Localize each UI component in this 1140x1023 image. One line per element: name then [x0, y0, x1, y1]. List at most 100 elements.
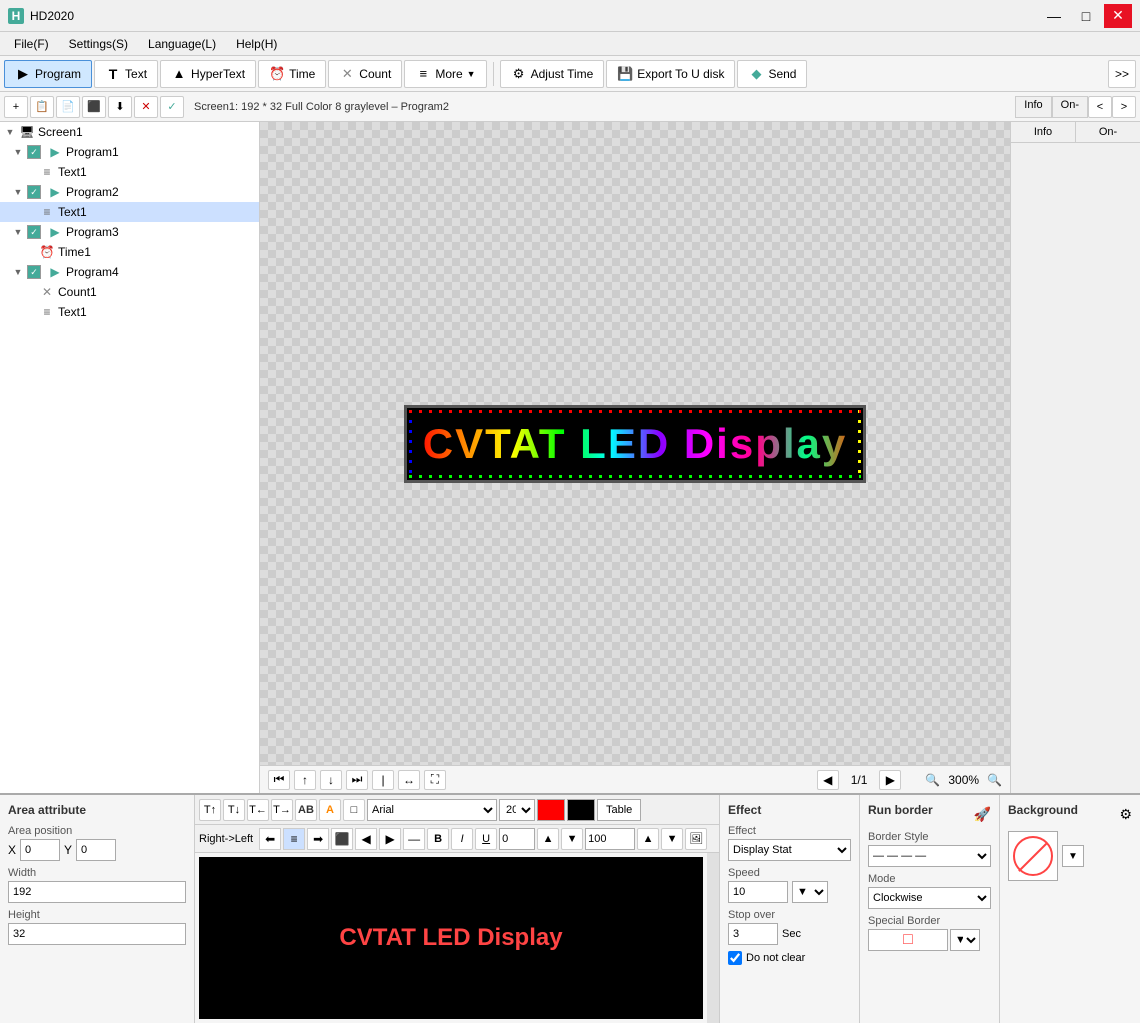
hypertext-button[interactable]: ▲ HyperText — [160, 60, 256, 88]
tree-item-text1-p2[interactable]: ▶ ≡ Text1 — [0, 202, 259, 222]
mode-select[interactable]: Clockwise — [868, 887, 991, 909]
tab-online[interactable]: On- — [1052, 96, 1088, 118]
num-down[interactable]: ▼ — [561, 828, 583, 850]
nav-insert-button[interactable]: | — [372, 770, 394, 790]
effect-select[interactable]: Display Stat — [728, 839, 851, 861]
menu-file[interactable]: File(F) — [4, 35, 59, 53]
special-border-select[interactable]: ▼ — [950, 929, 980, 951]
nav-first-button[interactable]: ⏮ — [268, 770, 290, 790]
bg-dropdown[interactable]: ▼ — [1062, 845, 1084, 867]
fmt-shift-up[interactable]: T↑ — [199, 799, 221, 821]
time-button[interactable]: ⏰ Time — [258, 60, 326, 88]
nav-next-line-button[interactable]: ↓ — [320, 770, 342, 790]
align-block[interactable]: ⬛ — [331, 828, 353, 850]
page-prev-button[interactable]: ◀ — [817, 770, 839, 790]
align-left-block[interactable]: ◀ — [355, 828, 377, 850]
expand-button[interactable]: >> — [1108, 60, 1136, 88]
fmt-ab[interactable]: AB — [295, 799, 317, 821]
tab-info-right[interactable]: Info — [1011, 122, 1076, 142]
delete-button[interactable]: ✕ — [134, 96, 158, 118]
underline-button[interactable]: U — [475, 828, 497, 850]
paste2-button[interactable]: ⬛ — [82, 96, 106, 118]
export-button[interactable]: 💾 Export To U disk — [606, 60, 735, 88]
fmt-shift-down[interactable]: T↓ — [223, 799, 245, 821]
tab-online-right[interactable]: On- — [1076, 122, 1140, 142]
tree-item-program1[interactable]: ▼ ✓ ▶ Program1 — [0, 142, 259, 162]
check-button[interactable]: ✓ — [160, 96, 184, 118]
tree-item-program3[interactable]: ▼ ✓ ▶ Program3 — [0, 222, 259, 242]
checkbox-program4[interactable]: ✓ — [27, 265, 41, 279]
border-style-select[interactable]: — — — — — [868, 845, 991, 867]
image-insert[interactable]: 🖼 — [685, 828, 707, 850]
adjust-time-button[interactable]: ⚙ Adjust Time — [500, 60, 605, 88]
text-button[interactable]: T Text — [94, 60, 158, 88]
align-center[interactable]: ≡ — [283, 828, 305, 850]
align-right-block[interactable]: ▶ — [379, 828, 401, 850]
align-left[interactable]: ⬅ — [259, 828, 281, 850]
fmt-shift-right[interactable]: T→ — [271, 799, 293, 821]
width-input[interactable] — [8, 881, 186, 903]
expand-right2-button[interactable]: > — [1112, 96, 1136, 118]
fmt-color-a[interactable]: A — [319, 799, 341, 821]
color-picker-bg[interactable] — [567, 799, 595, 821]
num-input[interactable] — [499, 828, 535, 850]
editor-content[interactable]: CVTAT LED Display — [199, 857, 703, 1019]
tree-arrow-program1[interactable]: ▼ — [12, 146, 24, 158]
tree-arrow-screen1[interactable]: ▼ — [4, 126, 16, 138]
new-button[interactable]: + — [4, 96, 28, 118]
count-button[interactable]: ✕ Count — [328, 60, 402, 88]
font-select[interactable]: Arial — [367, 799, 497, 821]
fmt-box[interactable]: □ — [343, 799, 365, 821]
table-button[interactable]: Table — [597, 799, 641, 821]
pct-up[interactable]: ▲ — [637, 828, 659, 850]
tree-arrow-program4[interactable]: ▼ — [12, 266, 24, 278]
paste-button[interactable]: 📄 — [56, 96, 80, 118]
pct-input[interactable] — [585, 828, 635, 850]
menu-settings[interactable]: Settings(S) — [59, 35, 138, 53]
checkbox-program3[interactable]: ✓ — [27, 225, 41, 239]
height-input[interactable] — [8, 923, 186, 945]
x-input[interactable] — [20, 839, 60, 861]
program-button[interactable]: ▶ Program — [4, 60, 92, 88]
send-button[interactable]: ◆ Send — [737, 60, 807, 88]
size-select[interactable]: 20 — [499, 799, 535, 821]
minimize-button[interactable]: — — [1040, 4, 1068, 28]
expand-right-button[interactable]: < — [1088, 96, 1112, 118]
menu-language[interactable]: Language(L) — [138, 35, 226, 53]
tree-item-program2[interactable]: ▼ ✓ ▶ Program2 — [0, 182, 259, 202]
pct-down[interactable]: ▼ — [661, 828, 683, 850]
maximize-button[interactable]: □ — [1072, 4, 1100, 28]
nav-last-button[interactable]: ⏭ — [346, 770, 368, 790]
move-down-button[interactable]: ⬇ — [108, 96, 132, 118]
speed-input[interactable] — [728, 881, 788, 903]
tree-arrow-program2[interactable]: ▼ — [12, 186, 24, 198]
checkbox-program2[interactable]: ✓ — [27, 185, 41, 199]
copy-button[interactable]: 📋 — [30, 96, 54, 118]
tree-item-program4[interactable]: ▼ ✓ ▶ Program4 — [0, 262, 259, 282]
nav-prev-line-button[interactable]: ↑ — [294, 770, 316, 790]
align-right[interactable]: ➡ — [307, 828, 329, 850]
page-next-button[interactable]: ▶ — [879, 770, 901, 790]
menu-help[interactable]: Help(H) — [226, 35, 287, 53]
close-button[interactable]: ✕ — [1104, 4, 1132, 28]
y-input[interactable] — [76, 839, 116, 861]
bold-button[interactable]: B — [427, 828, 449, 850]
fmt-shift-left[interactable]: T← — [247, 799, 269, 821]
tree-item-text1-p1[interactable]: ▶ ≡ Text1 — [0, 162, 259, 182]
speed-select[interactable]: ▼ — [792, 881, 828, 903]
align-justify[interactable]: — — [403, 828, 425, 850]
tree-item-count1[interactable]: ▶ ✕ Count1 — [0, 282, 259, 302]
nav-fullscreen-button[interactable]: ⛶ — [424, 770, 446, 790]
more-button[interactable]: ≡ More ▼ — [404, 60, 486, 88]
stop-input[interactable] — [728, 923, 778, 945]
no-clear-checkbox[interactable] — [728, 951, 742, 965]
tree-arrow-program3[interactable]: ▼ — [12, 226, 24, 238]
italic-button[interactable]: I — [451, 828, 473, 850]
checkbox-program1[interactable]: ✓ — [27, 145, 41, 159]
num-up[interactable]: ▲ — [537, 828, 559, 850]
color-picker-fg[interactable] — [537, 799, 565, 821]
nav-fit-button[interactable]: ↔ — [398, 770, 420, 790]
tab-info[interactable]: Info — [1015, 96, 1051, 118]
tree-item-screen1[interactable]: ▼ 🖥 Screen1 — [0, 122, 259, 142]
tree-item-text1-p4[interactable]: ▶ ≡ Text1 — [0, 302, 259, 322]
